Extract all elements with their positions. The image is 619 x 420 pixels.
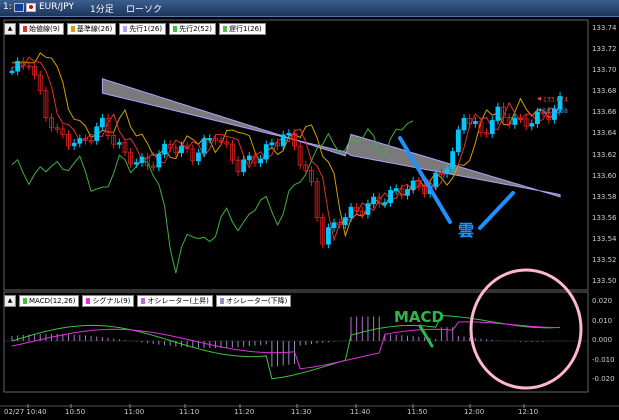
candle-body — [280, 134, 286, 147]
candle-body — [450, 151, 456, 170]
price-tick-label: 133.60 — [592, 171, 617, 180]
price-marker-upper-icon — [537, 96, 541, 101]
candle-body — [365, 203, 371, 215]
candle-body — [94, 126, 100, 141]
price-tick-label: 133.74 — [592, 24, 617, 32]
candle-body — [325, 227, 331, 245]
candle-body — [15, 60, 21, 72]
time-tick-label: 11:40 — [350, 408, 371, 416]
candle-body — [444, 168, 450, 175]
candle-body — [348, 206, 354, 218]
candle-body — [77, 138, 83, 144]
main-panel-frame — [3, 19, 589, 291]
candle-body — [393, 188, 399, 191]
candle-body — [241, 159, 247, 173]
time-tick-label: 02/27 10:40 — [4, 408, 47, 416]
time-tick-label: 11:00 — [124, 408, 145, 416]
candle-body — [133, 162, 139, 165]
candle-body — [116, 142, 122, 145]
price-tick-label: 133.52 — [592, 255, 617, 264]
macd-tick-label: -0.010 — [592, 355, 615, 364]
signal-line — [11, 321, 561, 370]
time-tick-label: 11:20 — [234, 408, 255, 416]
candle-body — [179, 145, 184, 154]
candle-body — [286, 132, 292, 136]
candle-body — [258, 158, 264, 164]
candle-body — [201, 138, 207, 154]
price-tick-label: 133.54 — [592, 234, 617, 243]
macd-tick-label: 0.000 — [592, 336, 613, 344]
candle-body — [535, 111, 540, 125]
price-tick-label: 133.70 — [592, 66, 617, 75]
price-tag-upper: 133.674 — [543, 97, 568, 104]
candle-body — [342, 217, 348, 226]
ichimoku-cloud — [101, 78, 561, 198]
time-tick-label: 12:00 — [464, 408, 485, 416]
time-tick-label: 11:10 — [179, 408, 200, 416]
price-tag-lower: 133.668 — [543, 108, 568, 115]
time-tick-label: 12:10 — [518, 408, 539, 416]
kijun-line — [12, 52, 561, 238]
candle-body — [139, 156, 145, 164]
candle-body — [489, 120, 495, 135]
candle-body — [388, 190, 393, 204]
macd-line — [11, 315, 561, 380]
macd-tick-label: -0.020 — [592, 375, 615, 383]
candle-body — [156, 153, 162, 168]
candle-body — [269, 142, 275, 145]
candle-body — [9, 70, 15, 74]
candlestick-chart[interactable]: 133.674 133.668 雲 MACD — [0, 0, 619, 420]
time-tick-label: 11:30 — [291, 408, 312, 416]
candle-body — [71, 142, 77, 147]
price-tick-label: 133.62 — [592, 150, 617, 159]
highlight-circle — [469, 268, 583, 390]
candle-body — [207, 138, 213, 141]
candle-body — [472, 121, 478, 124]
macd-tick-label: 0.010 — [592, 316, 613, 325]
candle-body — [371, 196, 377, 205]
macd-tick-label: 0.020 — [592, 297, 613, 305]
price-tick-label: 133.68 — [592, 87, 617, 96]
candle-body — [410, 180, 416, 190]
candle-body — [100, 117, 105, 128]
sub-panel-frame — [3, 291, 589, 393]
candle-body — [433, 172, 439, 187]
candle-body — [405, 189, 410, 196]
price-tick-label: 133.50 — [592, 277, 617, 285]
price-tick-label: 133.72 — [592, 45, 617, 54]
price-tick-label: 133.66 — [592, 108, 617, 117]
cloud-annotation-label: 雲 — [458, 221, 474, 240]
time-tick-label: 10:50 — [65, 408, 86, 416]
candle-body — [512, 117, 518, 125]
price-tick-label: 133.56 — [592, 213, 617, 222]
tenkan-line — [12, 56, 561, 242]
candle-body — [455, 129, 461, 153]
candle-body — [382, 202, 388, 205]
candle-body — [495, 106, 501, 121]
candle-body — [162, 143, 167, 155]
time-tick-label: 11:50 — [407, 408, 428, 416]
candle-body — [246, 155, 252, 161]
price-tick-label: 133.58 — [592, 192, 617, 201]
candle-body — [196, 152, 201, 162]
candle-body — [263, 144, 269, 160]
candle-body — [461, 117, 467, 131]
macd-annotation-label: MACD — [394, 308, 444, 326]
price-tick-label: 133.64 — [592, 129, 617, 138]
candle-body — [529, 123, 535, 127]
annotation-stroke-right — [478, 191, 515, 230]
candle-body — [331, 222, 337, 229]
